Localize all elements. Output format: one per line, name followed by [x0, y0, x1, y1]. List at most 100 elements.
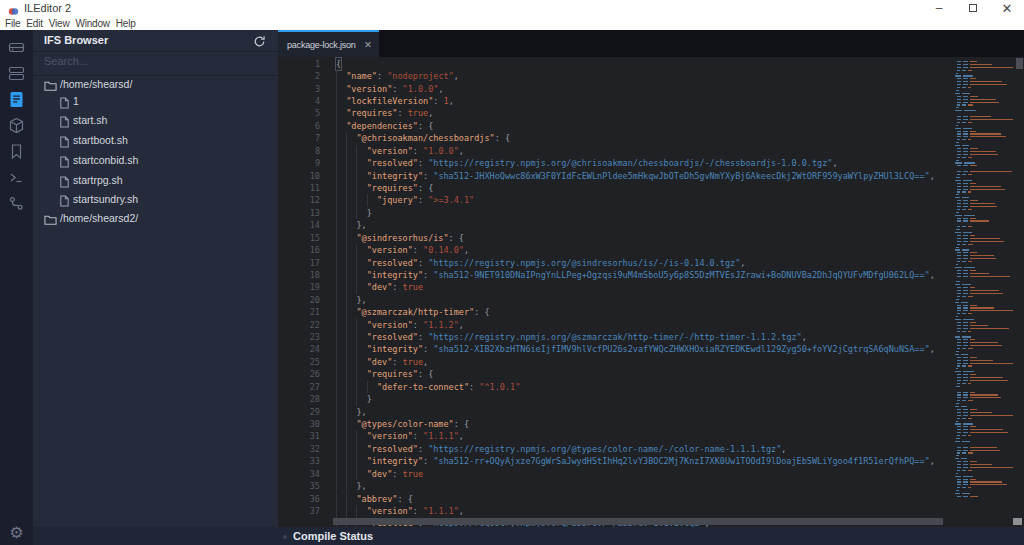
line-number: 16 [278, 244, 320, 256]
activity-bar: ⚙ [0, 30, 33, 545]
line-number: 9 [278, 157, 320, 169]
tab-label: package-lock.json [287, 40, 356, 50]
code-line: 13 } [278, 207, 1024, 219]
code-line: 29 }, [278, 406, 1024, 418]
line-number: 12 [278, 194, 320, 206]
line-number: 34 [278, 468, 320, 480]
tree-item-startconbid-sh[interactable]: startconbid.sh [33, 150, 278, 170]
line-number: 22 [278, 319, 320, 331]
code-line: 9 "resolved": "https://registry.npmjs.or… [278, 157, 1024, 169]
line-number: 24 [278, 343, 320, 355]
tree-item-label: start.sh [73, 114, 107, 126]
files-icon[interactable] [0, 86, 33, 112]
code-line: 10 "integrity": "sha512-JHXHoQwwc86xW3F0… [278, 170, 1024, 182]
menu-window[interactable]: Window [72, 18, 112, 29]
package-icon[interactable] [0, 112, 33, 138]
minimize-button[interactable]: – [922, 0, 956, 16]
tree-item-label: startboot.sh [73, 134, 128, 146]
server-icon[interactable] [0, 60, 33, 86]
refresh-icon[interactable] [253, 34, 266, 52]
code-line: 31 "version": "1.1.1", [278, 430, 1024, 442]
menu-view[interactable]: View [46, 18, 73, 29]
search-input[interactable] [44, 55, 264, 67]
folder-icon [44, 212, 57, 230]
title-bar: ILEditor 2 – ✕ [0, 0, 1024, 16]
code-line: 3 "version": "1.0.0", [278, 83, 1024, 95]
window-title: ILEditor 2 [24, 2, 71, 14]
line-number: 23 [278, 331, 320, 343]
code-line: 32 "resolved": "https://registry.npmjs.o… [278, 443, 1024, 455]
line-number: 7 [278, 132, 320, 144]
code-line: 8 "version": "1.0.0", [278, 145, 1024, 157]
code-line: 22 "version": "1.1.2", [278, 319, 1024, 331]
code-line: 27 "defer-to-connect": "^1.0.1" [278, 381, 1024, 393]
line-number: 29 [278, 406, 320, 418]
line-number: 17 [278, 257, 320, 269]
line-number: 3 [278, 83, 320, 95]
horizontal-scrollbar-thumb[interactable] [333, 518, 943, 525]
code-line: 11 "requires": { [278, 182, 1024, 194]
tab-package-lock[interactable]: package-lock.json ✕ [278, 30, 379, 57]
code-line: 15 "@sindresorhus/is": { [278, 232, 1024, 244]
menu-help[interactable]: Help [113, 18, 139, 29]
line-number: 14 [278, 219, 320, 231]
code-line: 26 "requires": { [278, 368, 1024, 380]
menu-file[interactable]: File [2, 18, 23, 29]
code-line: 24 "integrity": "sha512-XIB2XbzHTN6ieIjf… [278, 343, 1024, 355]
code-editor[interactable]: 1{2 "name": "nodeproject",3 "version": "… [278, 57, 1024, 527]
code-line: 34 "dev": true [278, 468, 1024, 480]
tree-item-label: /home/shearsd/ [60, 78, 132, 90]
code-line: 14 }, [278, 219, 1024, 231]
code-line: 19 "dev": true [278, 281, 1024, 293]
menu-edit[interactable]: Edit [23, 18, 45, 29]
tree-item-startrpg-sh[interactable]: startrpg.sh [33, 170, 278, 190]
line-number: 18 [278, 269, 320, 281]
code-line: 37 "version": "1.1.1", [278, 505, 1024, 517]
terminal-icon[interactable] [0, 164, 33, 190]
code-line: 35 }, [278, 480, 1024, 492]
tree-item-home-shearsd2[interactable]: /home/shearsd2/ [33, 208, 278, 228]
settings-gear-icon[interactable]: ⚙ [0, 523, 33, 542]
close-button[interactable]: ✕ [990, 0, 1024, 16]
tree-item-label: 1 [73, 95, 79, 107]
status-bar[interactable]: Compile Status [33, 527, 1024, 545]
git-icon[interactable] [0, 190, 33, 216]
code-line: 12 "jquery": ">=3.4.1" [278, 194, 1024, 206]
maximize-button[interactable] [956, 0, 990, 16]
line-number: 8 [278, 145, 320, 157]
tree-item-label: startconbid.sh [73, 154, 138, 166]
tree-item-start-sh[interactable]: start.sh [33, 110, 278, 130]
tab-close-icon[interactable]: ✕ [364, 39, 372, 50]
tree-item-label: startrpg.sh [73, 174, 123, 186]
minimap[interactable] [952, 58, 1013, 502]
code-line: 23 "resolved": "https://registry.npmjs.o… [278, 331, 1024, 343]
tree-item-startboot-sh[interactable]: startboot.sh [33, 130, 278, 150]
line-number: 31 [278, 430, 320, 442]
code-line: 5 "requires": true, [278, 107, 1024, 119]
line-number: 5 [278, 107, 320, 119]
code-line: 25 "dev": true, [278, 356, 1024, 368]
line-number: 30 [278, 418, 320, 430]
tree-item-1[interactable]: 1 [33, 91, 278, 111]
line-number: 36 [278, 493, 320, 505]
code-line: 16 "version": "0.14.0", [278, 244, 1024, 256]
code-line: 28 } [278, 393, 1024, 405]
line-number: 28 [278, 393, 320, 405]
tree-item-startsundry-sh[interactable]: startsundry.sh [33, 189, 278, 209]
line-number: 32 [278, 443, 320, 455]
tab-bar: package-lock.json ✕ [278, 30, 1024, 57]
line-number: 2 [278, 70, 320, 82]
vertical-scrollbar-thumb[interactable] [1016, 58, 1023, 69]
code-line: 6 "dependencies": { [278, 120, 1024, 132]
code-line: 17 "resolved": "https://registry.npmjs.o… [278, 257, 1024, 269]
line-number: 27 [278, 381, 320, 393]
code-line: 4 "lockfileVersion": 1, [278, 95, 1024, 107]
bookmark-icon[interactable] [0, 138, 33, 164]
tree-item-label: startsundry.sh [73, 193, 138, 205]
line-number: 4 [278, 95, 320, 107]
line-number: 6 [278, 120, 320, 132]
drive-icon[interactable] [0, 34, 33, 60]
line-number: 11 [278, 182, 320, 194]
status-label: Compile Status [293, 530, 373, 542]
line-number: 26 [278, 368, 320, 380]
